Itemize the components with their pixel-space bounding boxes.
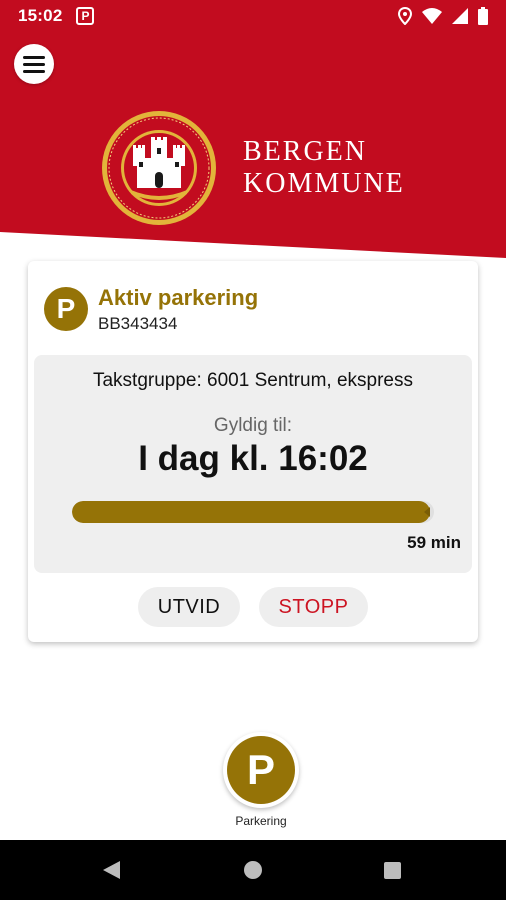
remaining-time: 59 min <box>407 533 461 553</box>
location-icon <box>398 7 412 25</box>
valid-until-label: Gyldig til: <box>34 415 472 437</box>
parking-nav[interactable]: P Parkering <box>223 732 299 808</box>
progress-end-arrow-icon <box>424 507 430 517</box>
parking-fab-icon: P <box>227 736 295 804</box>
extend-button[interactable]: UTVID <box>138 587 240 627</box>
parking-details-panel: Takstgruppe: 6001 Sentrum, ekspress Gyld… <box>34 355 472 573</box>
parking-nav-label: Parkering <box>203 814 319 828</box>
bergen-crest-logo <box>101 110 217 226</box>
hamburger-menu-icon <box>23 56 45 59</box>
time-progress-bar <box>72 501 434 523</box>
brand-wordmark: BERGEN KOMMUNE <box>243 136 405 200</box>
menu-button[interactable] <box>14 44 54 84</box>
progress-fill <box>72 501 430 523</box>
license-plate: BB343434 <box>98 314 177 334</box>
home-icon[interactable] <box>244 861 262 879</box>
parking-fab-button[interactable]: P <box>223 732 299 808</box>
status-icons <box>398 7 488 25</box>
parking-badge-icon: P <box>44 287 88 331</box>
battery-icon <box>478 7 488 25</box>
wifi-icon <box>422 8 442 24</box>
recent-apps-icon[interactable] <box>384 862 401 879</box>
system-navigation-bar <box>0 840 506 900</box>
card-title: Aktiv parkering <box>98 285 258 311</box>
valid-until-time: I dag kl. 16:02 <box>34 439 472 479</box>
parking-notification-icon: P <box>76 7 94 25</box>
brand-line-2: KOMMUNE <box>243 168 405 200</box>
brand-line-1: BERGEN <box>243 136 405 168</box>
active-parking-card: P Aktiv parkering BB343434 Takstgruppe: … <box>28 261 478 642</box>
stop-button[interactable]: STOPP <box>259 587 368 627</box>
tariff-group: Takstgruppe: 6001 Sentrum, ekspress <box>34 370 472 392</box>
signal-icon <box>452 8 468 24</box>
back-icon[interactable] <box>103 861 120 879</box>
status-time: 15:02 <box>18 6 62 26</box>
status-bar: 15:02 P <box>0 0 506 32</box>
